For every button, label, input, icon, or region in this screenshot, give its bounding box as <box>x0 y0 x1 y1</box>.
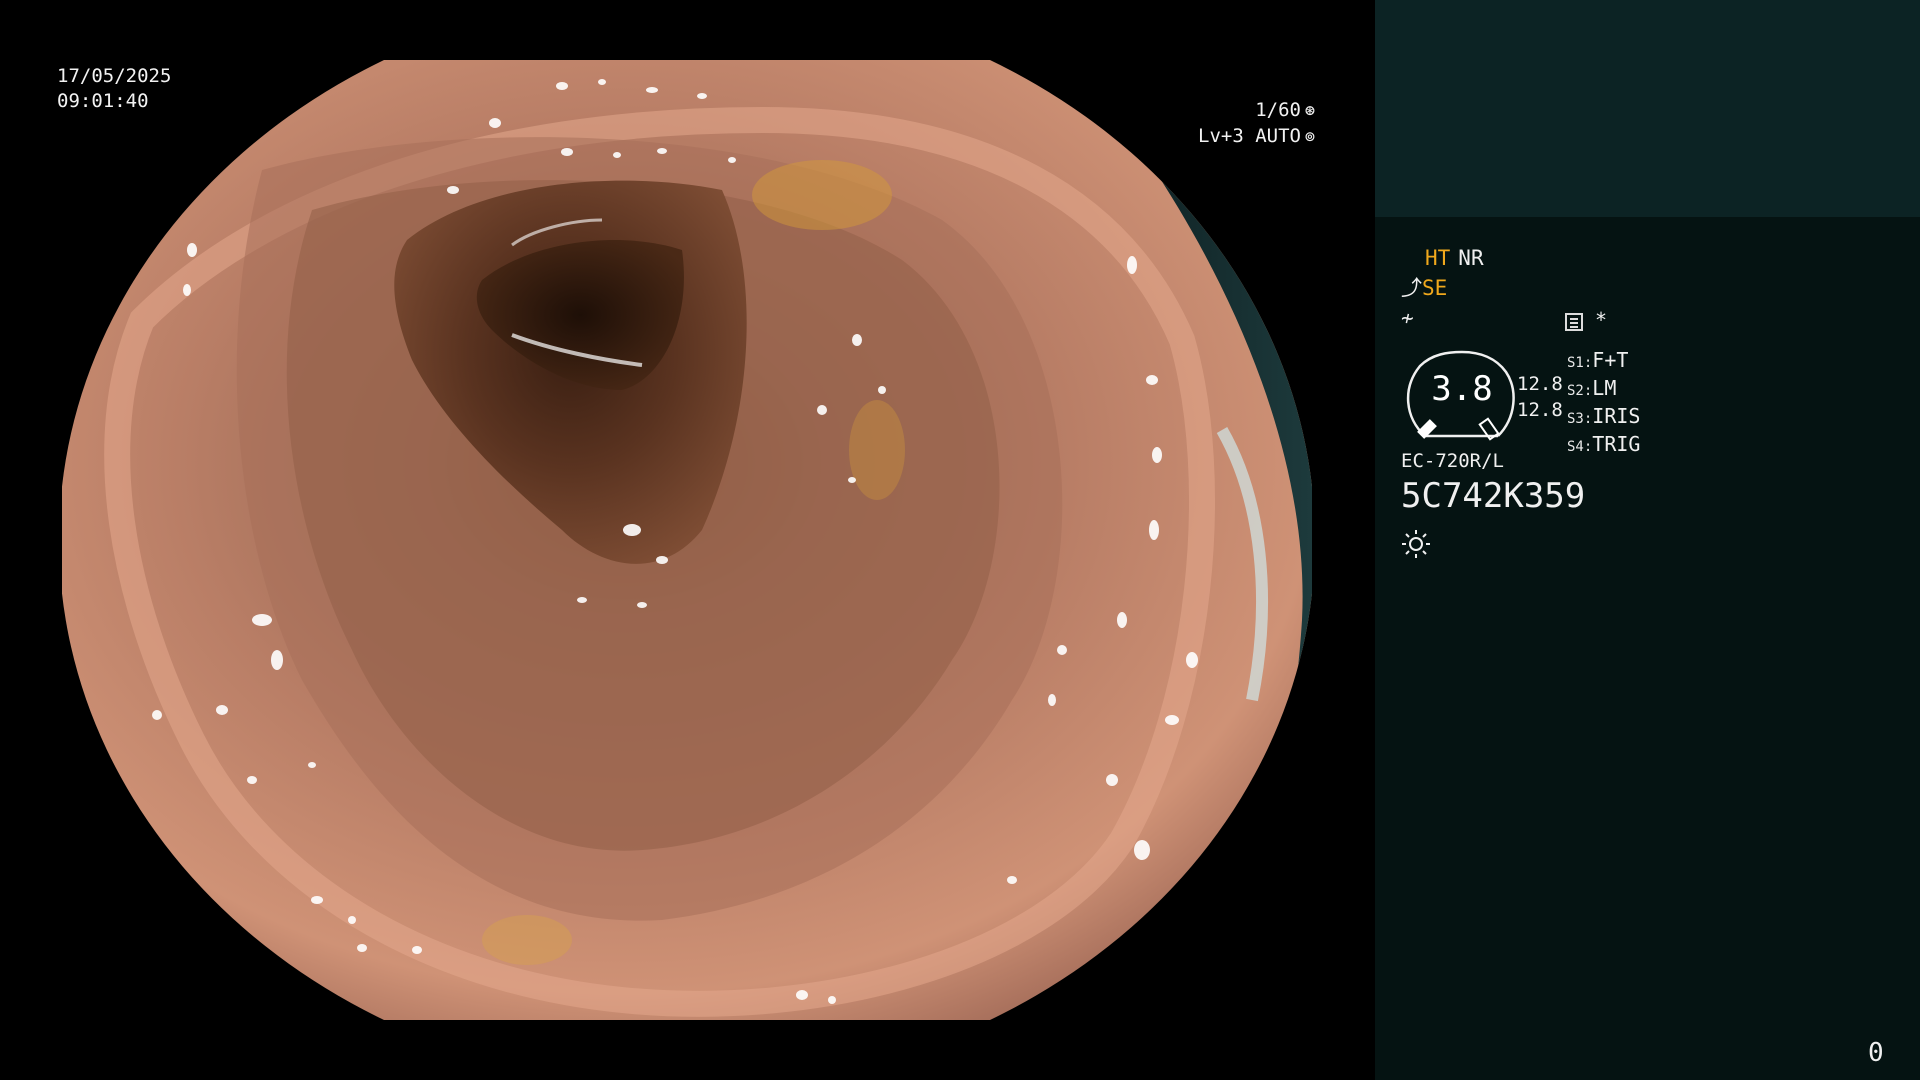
switch-item: S2:LM <box>1567 376 1617 400</box>
exposure-overlay: 1/60 ⊛ Lv+3 AUTO ⊚ <box>55 98 1375 150</box>
structure-enhance-row: ⤴SE <box>1401 275 1447 301</box>
se-mode-label: SE <box>1422 276 1448 300</box>
date-label: 17/05/2025 <box>57 65 172 87</box>
shutter-icon: ⊛ <box>1304 101 1316 121</box>
focus-value-1: 12.8 <box>1517 373 1563 395</box>
thumbnail-area <box>1375 0 1920 217</box>
image-mode-row: HT NR <box>1425 245 1492 271</box>
enhance-row: ≁ <box>1401 305 1414 331</box>
switch-item: S3:IRIS <box>1567 404 1641 428</box>
memo-icon <box>1565 312 1583 331</box>
nr-mode-label: NR <box>1458 246 1484 270</box>
switch-item: S4:TRIG <box>1567 432 1641 456</box>
shutter-speed-label: 1/60 <box>1255 99 1301 121</box>
scope-tip-icon: ⤴ <box>1401 276 1422 300</box>
zoom-value: 3.8 <box>1431 369 1493 409</box>
switch-item: S1:F+T <box>1567 348 1629 372</box>
memo-row: * <box>1565 307 1607 333</box>
ht-mode-label: HT <box>1425 246 1451 270</box>
focus-value-2: 12.8 <box>1517 399 1563 421</box>
endoscopy-screen: 17/05/2025 09:01:40 1/60 ⊛ Lv+3 AUTO ⊚ HT N… <box>0 0 1920 1080</box>
scope-model: EC-720R/L <box>1401 450 1504 472</box>
scope-switch-list: S1:F+T S2:LM S3:IRIS S4:TRIG <box>1567 348 1640 460</box>
endoscopic-video-area: 17/05/2025 09:01:40 1/60 ⊛ Lv+3 AUTO ⊚ <box>0 0 1375 1080</box>
image-counter: 0 <box>1868 1038 1884 1068</box>
info-panel: HT NR ⤴SE ≁ * 3.8 12.8 12.8 S1:F+T S2:LM … <box>1375 0 1920 1080</box>
exposure-level-label: Lv+3 AUTO <box>1198 125 1301 147</box>
endoscope-image <box>62 60 1312 1020</box>
scope-serial-number: 5C742K359 <box>1401 476 1586 516</box>
memo-mark: * <box>1595 308 1608 332</box>
focus-values: 12.8 12.8 <box>1517 371 1563 423</box>
light-source-icon <box>1402 530 1430 558</box>
enhance-icon: ≁ <box>1401 306 1414 330</box>
iris-icon: ⊚ <box>1304 127 1316 147</box>
